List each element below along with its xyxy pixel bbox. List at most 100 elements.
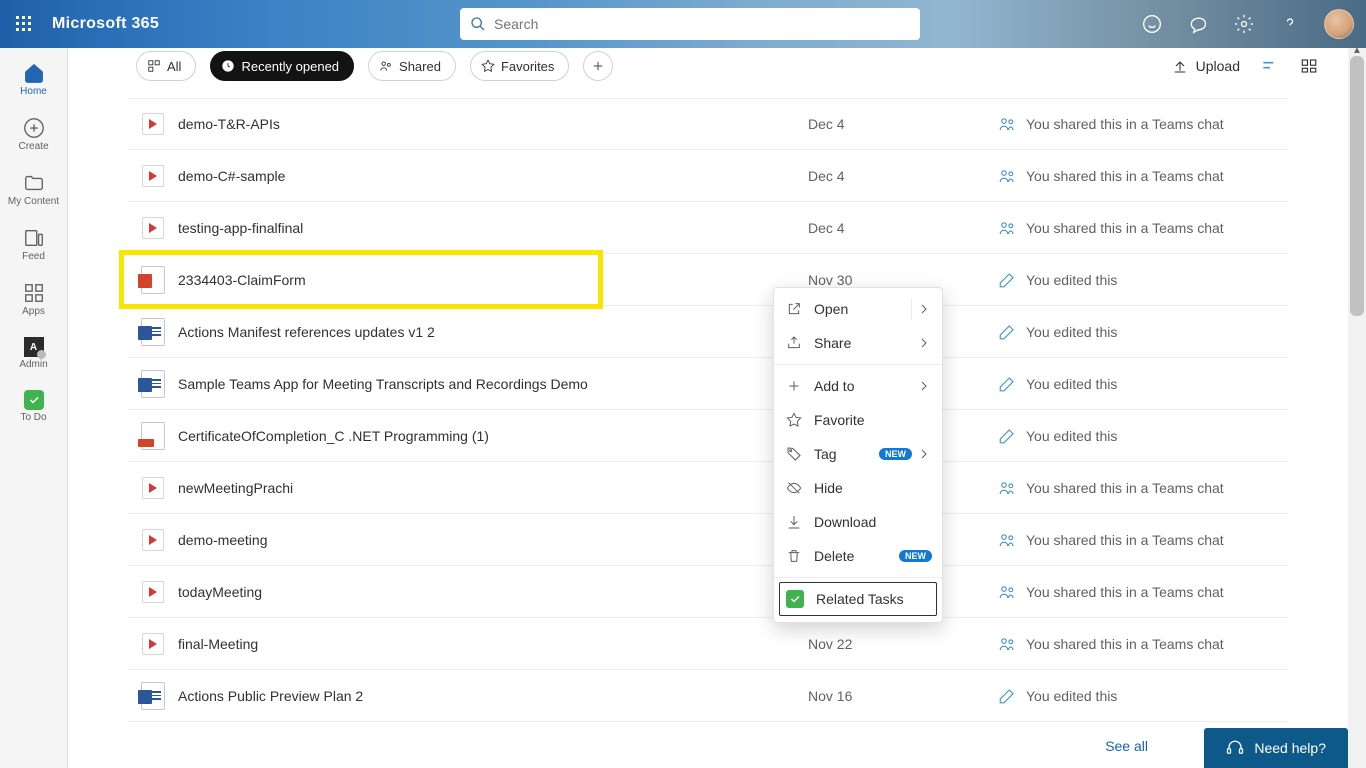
file-icon-cell xyxy=(128,422,178,450)
file-icon-cell xyxy=(128,633,178,655)
ctx-favorite[interactable]: Favorite xyxy=(774,403,942,437)
question-icon xyxy=(1280,14,1300,34)
file-row[interactable]: Actions Public Preview Plan 2Nov 16You e… xyxy=(128,670,1288,722)
create-icon xyxy=(23,117,45,139)
file-row[interactable]: todayMeeting You shared this in a Teams c… xyxy=(128,566,1288,618)
ctx-tag[interactable]: TagNEW xyxy=(774,437,942,471)
settings-button[interactable] xyxy=(1232,12,1256,36)
video-file-icon xyxy=(142,113,164,135)
nav-create[interactable]: Create xyxy=(4,111,64,158)
view-icon[interactable] xyxy=(1300,57,1318,75)
ctx-open[interactable]: Open xyxy=(774,292,942,326)
file-activity: You shared this in a Teams chat xyxy=(998,219,1288,237)
app-launcher-button[interactable] xyxy=(0,0,48,48)
ctx-share[interactable]: Share xyxy=(774,326,942,360)
file-row[interactable]: demo-T&R-APIsDec 4You shared this in a T… xyxy=(128,98,1288,150)
people-icon xyxy=(998,115,1016,133)
file-activity: You shared this in a Teams chat xyxy=(998,583,1288,601)
see-all-link[interactable]: See all xyxy=(1105,738,1148,754)
filter-favorites[interactable]: Favorites xyxy=(470,51,569,81)
nav-todo[interactable]: To Do xyxy=(4,384,64,429)
star-icon xyxy=(481,59,495,73)
need-help-button[interactable]: Need help? xyxy=(1204,728,1348,768)
video-file-icon xyxy=(142,529,164,551)
ppt-file-icon xyxy=(141,266,165,294)
ctx-label: Open xyxy=(814,301,848,317)
nav-home[interactable]: Home xyxy=(4,56,64,103)
todo-icon xyxy=(24,390,44,410)
ctx-label: Tag xyxy=(814,446,837,462)
file-activity: You shared this in a Teams chat xyxy=(998,531,1288,549)
file-activity: You edited this xyxy=(998,271,1288,289)
file-row[interactable]: 2334403-ClaimFormNov 30You edited this xyxy=(128,254,1288,306)
ctx-download[interactable]: Download xyxy=(774,505,942,539)
nav-label: Create xyxy=(18,141,48,152)
user-avatar[interactable] xyxy=(1324,9,1354,39)
feedback-button[interactable] xyxy=(1140,12,1164,36)
file-icon-cell xyxy=(128,165,178,187)
file-row[interactable]: demo-meetingYou shared this in a Teams c… xyxy=(128,514,1288,566)
ctx-related-tasks[interactable]: Related Tasks xyxy=(779,582,937,616)
check-icon xyxy=(786,590,804,608)
file-date: Nov 16 xyxy=(808,688,998,704)
filter-row: All Recently opened Shared Favorites Upl… xyxy=(68,48,1348,84)
nav-feed[interactable]: Feed xyxy=(4,221,64,268)
help-button[interactable] xyxy=(1278,12,1302,36)
file-activity: You shared this in a Teams chat xyxy=(998,167,1288,185)
chevron-right-icon xyxy=(916,446,932,462)
file-row[interactable]: testing-app-finalfinalDec 4You shared th… xyxy=(128,202,1288,254)
nav-admin[interactable]: A Admin xyxy=(4,331,64,376)
file-date: Nov 22 xyxy=(808,636,998,652)
file-date: Dec 4 xyxy=(808,168,998,184)
video-file-icon xyxy=(142,165,164,187)
nav-apps[interactable]: Apps xyxy=(4,276,64,323)
people-icon xyxy=(998,635,1016,653)
search-icon xyxy=(470,16,486,32)
product-brand: Microsoft 365 xyxy=(52,15,159,33)
file-icon-cell xyxy=(128,370,178,398)
sort-icon[interactable] xyxy=(1260,56,1280,76)
filter-shared[interactable]: Shared xyxy=(368,51,456,81)
app-header: Microsoft 365 xyxy=(0,0,1366,48)
add-filter-button[interactable] xyxy=(583,51,613,81)
plus-icon xyxy=(591,59,605,73)
people-icon xyxy=(998,479,1016,497)
ctx-hide[interactable]: Hide xyxy=(774,471,942,505)
nav-label: To Do xyxy=(20,412,46,423)
word-file-icon xyxy=(141,682,165,710)
file-activity: You shared this in a Teams chat xyxy=(998,635,1288,653)
file-name: demo-C#-sample xyxy=(178,168,808,184)
file-row[interactable]: Sample Teams App for Meeting Transcripts… xyxy=(128,358,1288,410)
hide-icon xyxy=(786,480,802,496)
chat-button[interactable] xyxy=(1186,12,1210,36)
file-row[interactable]: final-MeetingNov 22You shared this in a … xyxy=(128,618,1288,670)
upload-button[interactable]: Upload xyxy=(1172,58,1240,74)
file-activity: You edited this xyxy=(998,375,1288,393)
file-row[interactable]: demo-C#-sampleDec 4You shared this in a … xyxy=(128,150,1288,202)
scrollbar[interactable]: ▲ xyxy=(1348,48,1366,768)
file-activity: You edited this xyxy=(998,687,1288,705)
upload-label: Upload xyxy=(1196,58,1240,74)
main-content: All Recently opened Shared Favorites Upl… xyxy=(68,48,1348,768)
file-date: Dec 4 xyxy=(808,116,998,132)
filter-all[interactable]: All xyxy=(136,51,196,81)
filter-recent[interactable]: Recently opened xyxy=(210,51,354,81)
file-row[interactable]: newMeetingPrachiYou shared this in a Tea… xyxy=(128,462,1288,514)
ctx-delete[interactable]: DeleteNEW xyxy=(774,539,942,573)
file-row[interactable]: Actions Manifest references updates v1 2… xyxy=(128,306,1288,358)
context-menu: Open Share Add to Favorite TagNEW Hide D… xyxy=(773,287,943,623)
scrollbar-thumb[interactable] xyxy=(1350,56,1364,316)
nav-mycontent[interactable]: My Content xyxy=(4,166,64,213)
pencil-icon xyxy=(998,323,1016,341)
ctx-addto[interactable]: Add to xyxy=(774,369,942,403)
upload-icon xyxy=(1172,58,1188,74)
header-actions xyxy=(1140,9,1354,39)
admin-icon: A xyxy=(24,337,44,357)
file-name: todayMeeting xyxy=(178,584,808,600)
ctx-label: Add to xyxy=(814,378,854,394)
ctx-label: Related Tasks xyxy=(816,591,904,607)
search-input[interactable] xyxy=(460,8,920,40)
file-icon-cell xyxy=(128,266,178,294)
file-row[interactable]: CertificateOfCompletion_C .NET Programmi… xyxy=(128,410,1288,462)
nav-label: My Content xyxy=(8,196,59,207)
